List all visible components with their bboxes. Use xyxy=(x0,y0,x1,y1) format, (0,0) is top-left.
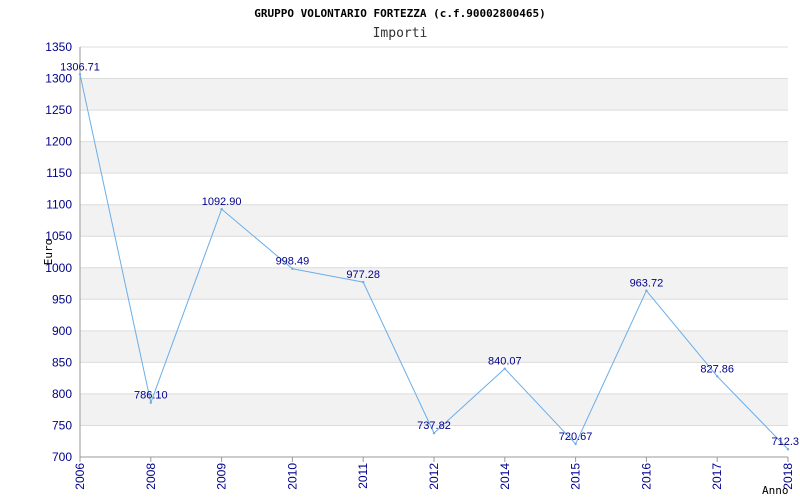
y-tick-label: 750 xyxy=(52,418,72,432)
data-point xyxy=(220,207,223,211)
x-tick-label: 2009 xyxy=(215,463,229,490)
plot-background-bands xyxy=(80,78,788,426)
y-tick-label: 1150 xyxy=(46,166,72,180)
data-label: 737.82 xyxy=(417,420,451,432)
y-tick-label: 1250 xyxy=(45,103,72,117)
data-label: 827.86 xyxy=(700,363,734,375)
data-point xyxy=(291,267,294,270)
x-tick-label: 2017 xyxy=(710,463,724,490)
y-tick-label: 900 xyxy=(52,324,72,338)
series-line-segment xyxy=(150,208,223,403)
data-point xyxy=(432,431,436,435)
y-tick-label: 800 xyxy=(52,387,72,401)
x-axis-title: Anno xyxy=(762,484,789,497)
y-tick-label: 1100 xyxy=(46,198,72,212)
chart-title: GRUPPO VOLONTARIO FORTEZZA (c.f.90002800… xyxy=(254,7,545,20)
data-label: 998.49 xyxy=(276,256,310,268)
data-label: 720.67 xyxy=(559,431,593,443)
chart-subtitle: Importi xyxy=(373,26,428,41)
data-label: 1092.90 xyxy=(202,196,242,208)
y-tick-label: 1300 xyxy=(45,72,72,86)
data-point xyxy=(574,442,577,446)
plot-band xyxy=(80,267,788,300)
data-point xyxy=(716,375,719,378)
y-tick-label: 950 xyxy=(52,292,72,306)
y-tick-label: 850 xyxy=(52,355,72,369)
x-tick-label: 2012 xyxy=(427,463,441,490)
x-tick-label: 2015 xyxy=(569,463,583,490)
data-label: 786.10 xyxy=(134,390,168,402)
data-label: 840.07 xyxy=(488,356,522,368)
x-tick-label: 2008 xyxy=(144,463,158,490)
x-tick-label: 2016 xyxy=(639,463,653,490)
y-tick-label: 700 xyxy=(52,450,72,464)
data-label: 1306.71 xyxy=(60,61,100,73)
plot-band xyxy=(80,78,788,111)
data-point xyxy=(149,401,152,404)
plot-band xyxy=(80,204,788,237)
plot-band xyxy=(80,141,788,174)
x-axis-ticks: 2006 2008 2009 2010 2011 2012 2014 2015 2016 2017… xyxy=(73,457,795,490)
data-label: 977.28 xyxy=(346,269,380,281)
data-label: 963.72 xyxy=(630,278,664,290)
line-chart: 7007508008509009501000105011001150120012… xyxy=(42,7,799,497)
y-tick-label: 1200 xyxy=(45,135,72,149)
data-point xyxy=(78,73,82,76)
data-point xyxy=(645,289,648,292)
data-point xyxy=(362,280,365,284)
data-label: 712.3 xyxy=(771,436,799,448)
x-tick-label: 2010 xyxy=(285,463,299,490)
data-labels: 1306.71 786.10 1092.90 998.49 977.28 737.82 84… xyxy=(60,61,799,448)
x-tick-label: 2011 xyxy=(356,463,370,489)
x-tick-label: 2014 xyxy=(498,463,512,490)
y-tick-label: 1350 xyxy=(45,40,72,54)
plot-band xyxy=(80,330,788,363)
data-point xyxy=(786,448,790,451)
x-tick-label: 2006 xyxy=(73,463,87,490)
data-point xyxy=(503,367,506,370)
y-axis-title: Euro xyxy=(42,239,55,266)
